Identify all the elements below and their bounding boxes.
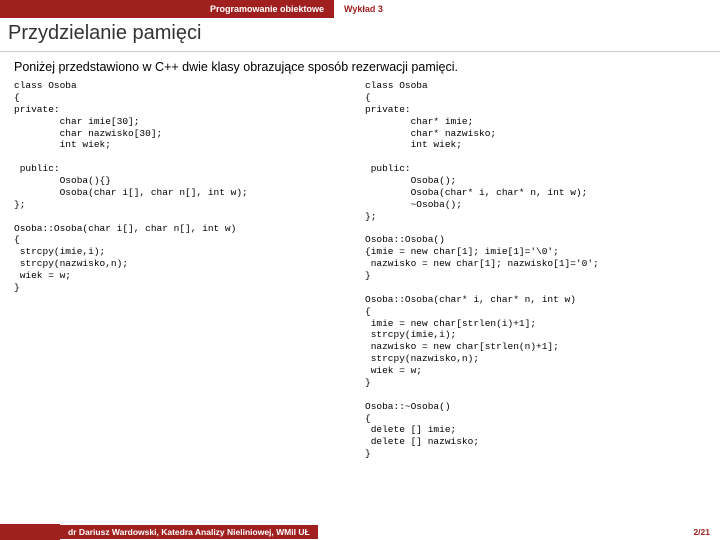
- code-right: class Osoba { private: char* imie; char*…: [365, 80, 706, 460]
- code-columns: class Osoba { private: char imie[30]; ch…: [0, 80, 720, 460]
- footer-author: dr Dariusz Wardowski, Katedra Analizy Ni…: [60, 525, 318, 539]
- footer: dr Dariusz Wardowski, Katedra Analizy Ni…: [0, 524, 720, 540]
- header-strip: Programowanie obiektowe Wykład 3: [0, 0, 720, 18]
- code-left: class Osoba { private: char imie[30]; ch…: [14, 80, 355, 460]
- lecture-label: Wykład 3: [334, 0, 393, 18]
- header-spacer: [393, 0, 720, 18]
- footer-page: 2/21: [693, 527, 710, 537]
- header-accent: [0, 0, 200, 18]
- slide-title: Przydzielanie pamięci: [0, 18, 720, 52]
- course-name: Programowanie obiektowe: [200, 0, 334, 18]
- intro-text: Poniżej przedstawiono w C++ dwie klasy o…: [0, 52, 720, 80]
